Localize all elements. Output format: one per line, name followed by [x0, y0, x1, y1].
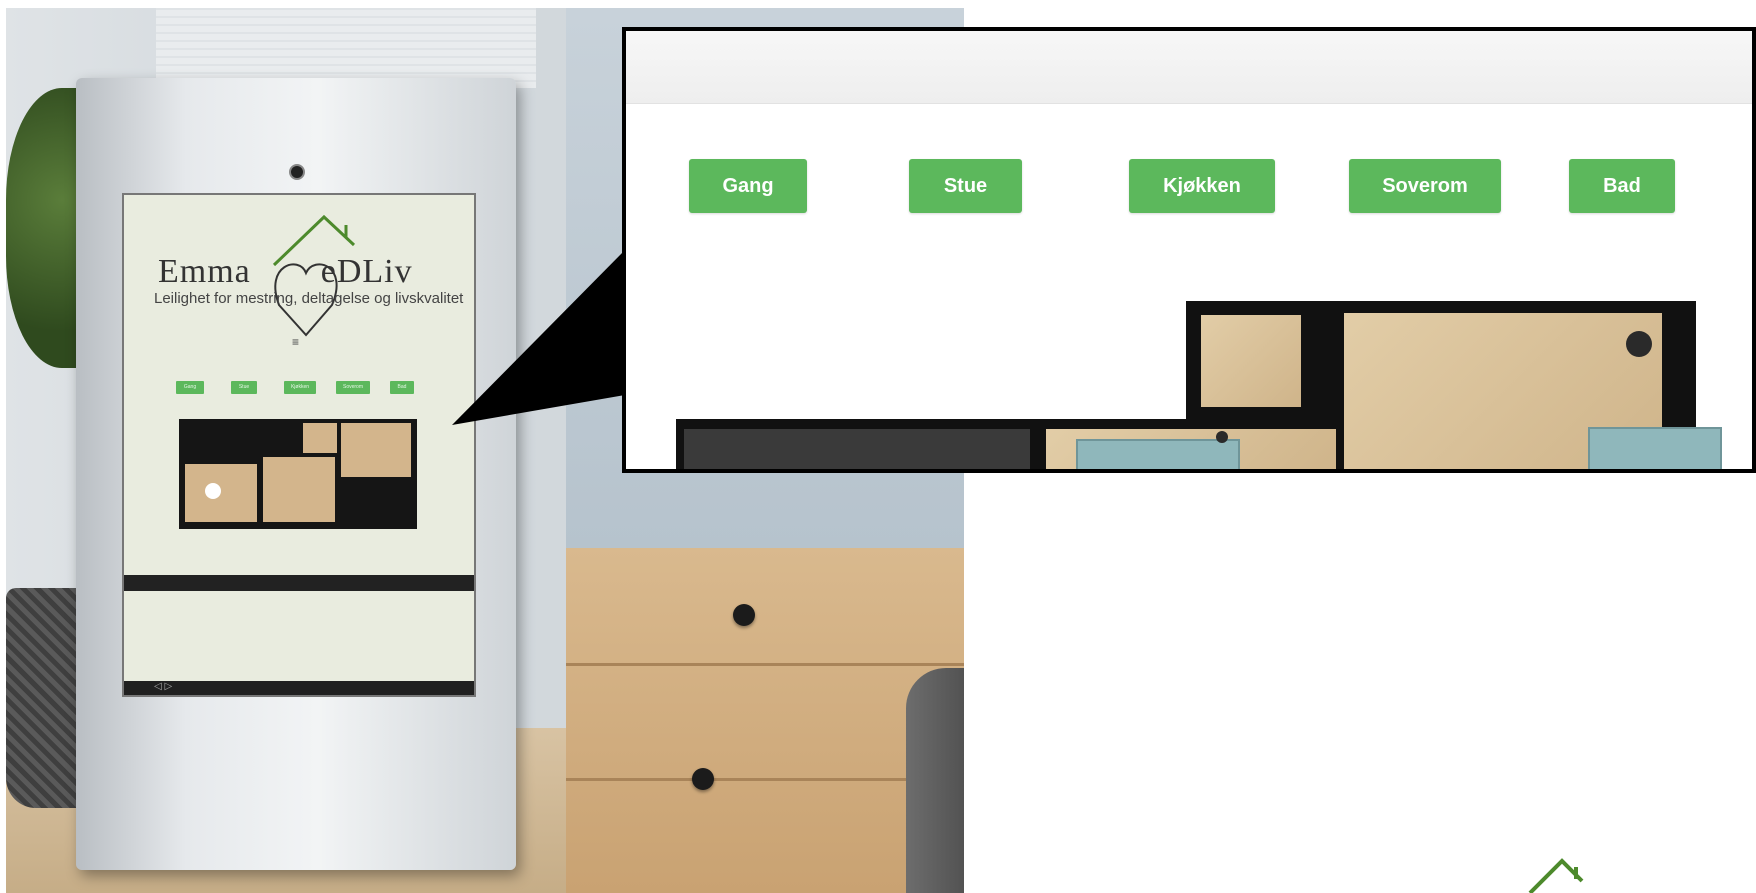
zoom-callout: Gang Stue Kjøkken Soverom Bad — [622, 27, 1756, 473]
plan-room-kjokken — [684, 429, 1030, 469]
floor-plan[interactable] — [676, 301, 1722, 469]
room-button-bad[interactable]: Bad — [1569, 159, 1675, 213]
plan-lamp — [1216, 431, 1228, 443]
house-heart-logo-icon — [1528, 858, 1584, 893]
plan-sofa — [1076, 439, 1240, 469]
plan-bed — [1588, 427, 1722, 469]
plan-room-bad — [1201, 315, 1301, 407]
room-button-soverom[interactable]: Soverom — [1349, 159, 1501, 213]
room-button-stue[interactable]: Stue — [909, 159, 1022, 213]
room-button-gang[interactable]: Gang — [689, 159, 807, 213]
room-button-kjokken[interactable]: Kjøkken — [1129, 159, 1275, 213]
plan-plant — [1626, 331, 1652, 357]
site-navbar — [626, 31, 1752, 104]
